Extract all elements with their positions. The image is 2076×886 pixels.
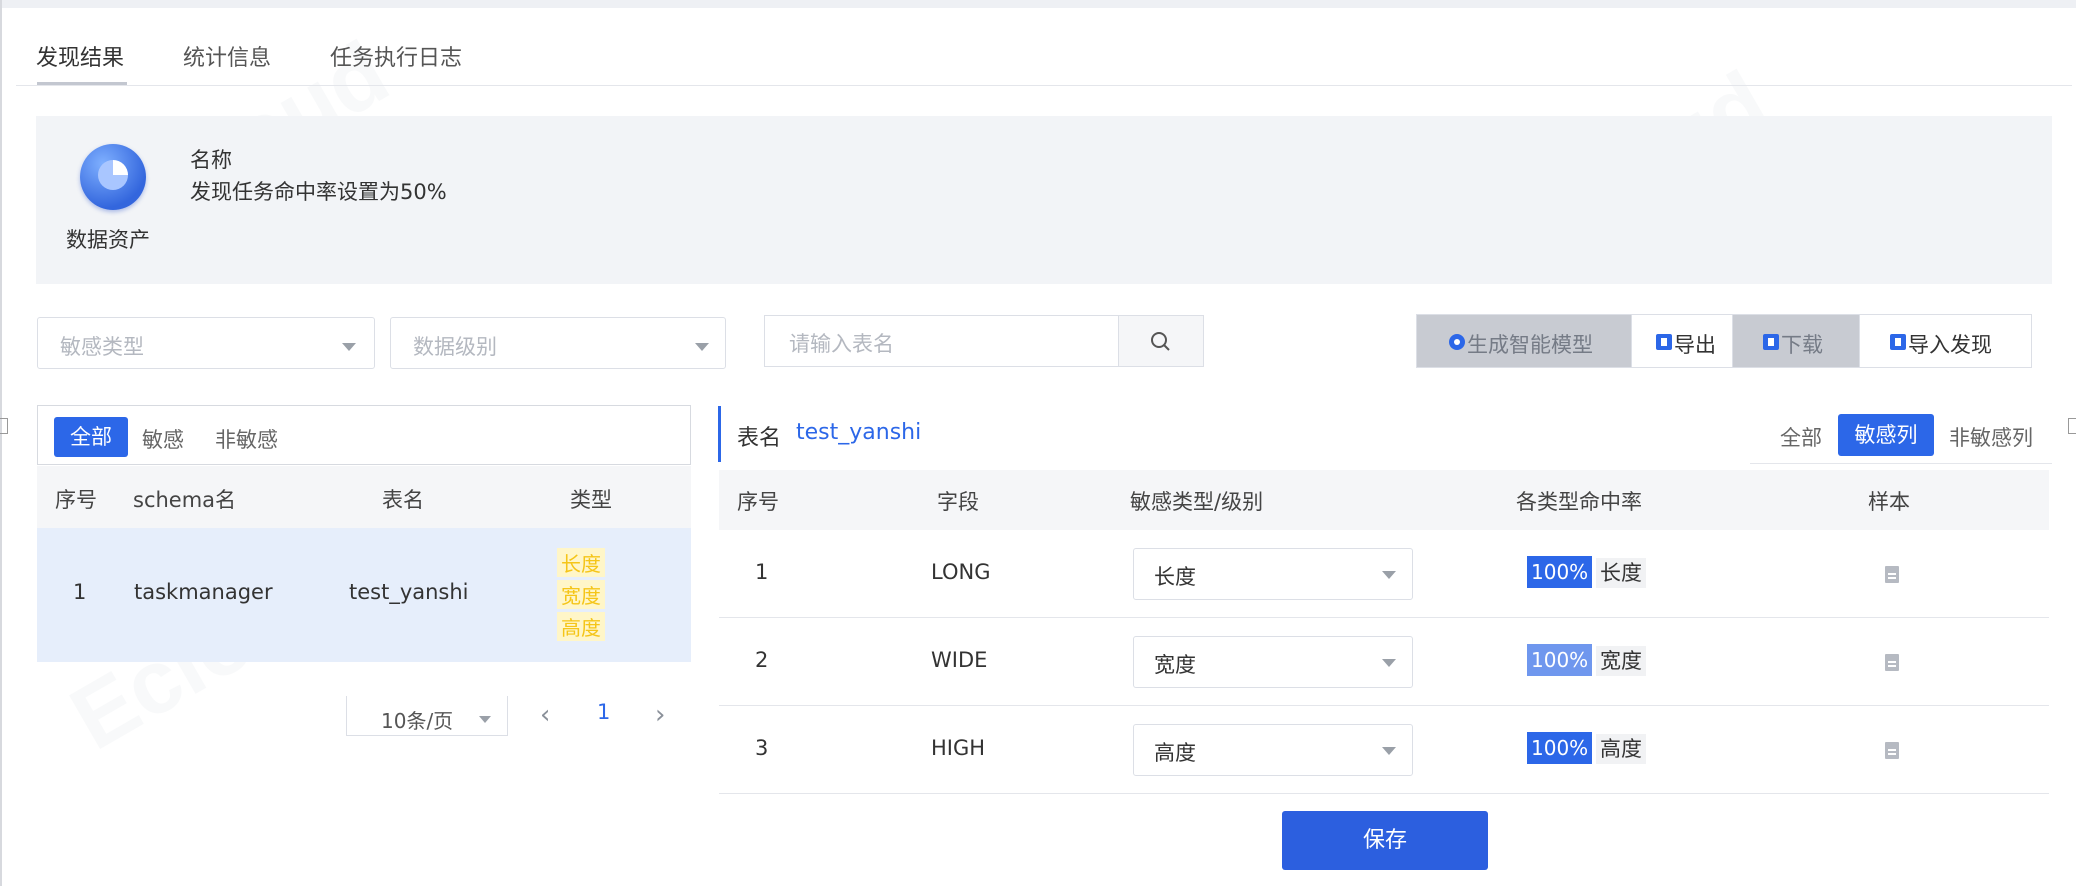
sample-icon[interactable] bbox=[1885, 566, 1899, 583]
row-field: WIDE bbox=[931, 648, 988, 672]
asset-label: 数据资产 bbox=[66, 228, 150, 252]
chevron-down-icon bbox=[342, 343, 356, 351]
segment-non-sensitive[interactable]: 非敏感 bbox=[215, 424, 278, 454]
export-button[interactable]: 导出 bbox=[1631, 314, 1733, 368]
scroll-handle[interactable] bbox=[0, 418, 8, 434]
table-list-header: 序号 schema名 表名 类型 bbox=[37, 466, 691, 528]
field-table-header: 序号 字段 敏感类型/级别 各类型命中率 样本 bbox=[719, 470, 2049, 530]
hit-rate-label: 高度 bbox=[1596, 734, 1646, 764]
column-header: 各类型命中率 bbox=[1516, 490, 1642, 514]
sensitive-type-select[interactable]: 长度 bbox=[1133, 548, 1413, 600]
save-button[interactable]: 保存 bbox=[1282, 811, 1488, 870]
hit-rate-badge: 100% bbox=[1527, 732, 1593, 764]
page-size-value: 10条/页 bbox=[381, 709, 454, 733]
column-header: 表名 bbox=[382, 488, 424, 512]
tab-statistics[interactable]: 统计信息 bbox=[183, 40, 271, 72]
name-value: 发现任务命中率设置为50% bbox=[190, 180, 447, 204]
active-tab-indicator bbox=[37, 82, 127, 85]
search-button[interactable] bbox=[1118, 315, 1204, 367]
data-asset-icon bbox=[80, 144, 146, 210]
sensitive-type-select[interactable]: 敏感类型 bbox=[37, 317, 375, 369]
column-header: 样本 bbox=[1868, 490, 1910, 514]
type-tag: 高度 bbox=[557, 612, 605, 641]
table-search-placeholder: 请输入表名 bbox=[789, 332, 894, 356]
chevron-down-icon bbox=[479, 716, 491, 723]
download-icon bbox=[1763, 334, 1779, 350]
tab-discovery-results[interactable]: 发现结果 bbox=[36, 40, 124, 72]
sensitive-type-placeholder: 敏感类型 bbox=[60, 335, 144, 359]
hit-rate-label: 宽度 bbox=[1596, 646, 1646, 676]
left-border bbox=[0, 0, 2, 886]
table-row: 1 LONG 长度 100% 长度 bbox=[719, 530, 2049, 618]
segment-sensitive-columns[interactable]: 敏感列 bbox=[1838, 414, 1934, 456]
generate-model-button[interactable]: 生成智能模型 bbox=[1416, 314, 1632, 368]
title-accent bbox=[718, 406, 721, 462]
chevron-down-icon bbox=[695, 343, 709, 351]
chevron-down-icon bbox=[1382, 747, 1396, 755]
page-size-select[interactable]: 10条/页 bbox=[346, 696, 508, 736]
column-header: schema名 bbox=[133, 488, 237, 512]
chevron-down-icon bbox=[1382, 571, 1396, 579]
sensitivity-filter: 全部 敏感 非敏感 bbox=[37, 405, 691, 465]
toolbar: 生成智能模型 导出 下载 导入发现 bbox=[1416, 314, 2052, 370]
sensitive-type-select[interactable]: 高度 bbox=[1133, 724, 1413, 776]
current-page[interactable]: 1 bbox=[597, 700, 610, 724]
segment-all-columns[interactable]: 全部 bbox=[1780, 422, 1822, 452]
hit-rate-badge: 100% bbox=[1527, 556, 1593, 588]
column-filter: 全部 敏感列 非敏感列 bbox=[1750, 408, 2052, 464]
data-level-select[interactable]: 数据级别 bbox=[390, 317, 726, 369]
result-tabs: 发现结果 统计信息 任务执行日志 bbox=[16, 22, 2072, 86]
row-index: 2 bbox=[755, 648, 769, 672]
table-name-label: 表名 bbox=[737, 426, 782, 451]
segment-sensitive[interactable]: 敏感 bbox=[142, 424, 184, 454]
search-icon bbox=[1151, 332, 1170, 351]
prev-page-icon[interactable]: ‹ bbox=[540, 700, 550, 730]
download-button[interactable]: 下载 bbox=[1732, 314, 1860, 368]
type-tag: 宽度 bbox=[557, 580, 605, 609]
type-tag: 长度 bbox=[557, 548, 605, 577]
row-field: HIGH bbox=[931, 736, 986, 760]
task-info-panel: 数据资产 名称 发现任务命中率设置为50% bbox=[36, 116, 2052, 284]
segment-all[interactable]: 全部 bbox=[54, 417, 128, 457]
row-index: 1 bbox=[73, 580, 87, 604]
scroll-handle[interactable] bbox=[2068, 418, 2076, 434]
tab-task-log[interactable]: 任务执行日志 bbox=[330, 40, 462, 72]
column-header: 序号 bbox=[737, 490, 779, 514]
hit-rate-badge: 100% bbox=[1527, 644, 1593, 676]
row-table: test_yanshi bbox=[349, 580, 469, 604]
table-name-value: test_yanshi bbox=[796, 420, 922, 445]
column-header: 序号 bbox=[55, 488, 97, 512]
row-schema: taskmanager bbox=[134, 580, 273, 604]
next-page-icon[interactable]: › bbox=[655, 700, 665, 730]
table-row: 2 WIDE 宽度 100% 宽度 bbox=[719, 618, 2049, 706]
top-border bbox=[0, 0, 2076, 8]
import-discovery-button[interactable]: 导入发现 bbox=[1859, 314, 2032, 368]
row-index: 1 bbox=[755, 560, 769, 584]
row-index: 3 bbox=[755, 736, 769, 760]
sample-icon[interactable] bbox=[1885, 742, 1899, 759]
chevron-down-icon bbox=[1382, 659, 1396, 667]
column-header: 字段 bbox=[937, 490, 979, 514]
table-row[interactable]: 1 taskmanager test_yanshi 长度 宽度 高度 bbox=[37, 528, 691, 662]
hit-rate-label: 长度 bbox=[1596, 558, 1646, 588]
sample-icon[interactable] bbox=[1885, 654, 1899, 671]
segment-non-sensitive-columns[interactable]: 非敏感列 bbox=[1949, 422, 2033, 452]
generate-icon bbox=[1449, 334, 1465, 350]
column-header: 类型 bbox=[570, 488, 612, 512]
import-icon bbox=[1890, 334, 1906, 350]
export-icon bbox=[1656, 334, 1672, 350]
sensitive-type-select[interactable]: 宽度 bbox=[1133, 636, 1413, 688]
data-level-placeholder: 数据级别 bbox=[413, 335, 497, 359]
column-header: 敏感类型/级别 bbox=[1130, 490, 1264, 514]
name-title: 名称 bbox=[190, 148, 232, 172]
row-field: LONG bbox=[931, 560, 991, 584]
table-row: 3 HIGH 高度 100% 高度 bbox=[719, 706, 2049, 794]
table-search-input[interactable]: 请输入表名 bbox=[764, 315, 1119, 367]
